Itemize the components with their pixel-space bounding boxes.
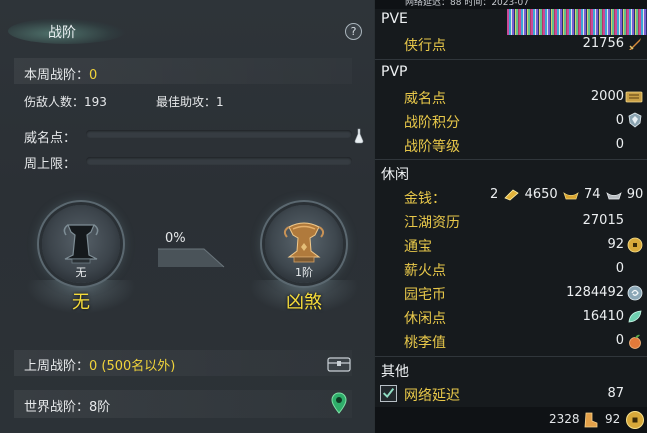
copper-value: 90 [626, 187, 644, 202]
kills-value: 193 [84, 95, 107, 109]
item-label-jianghu: 江湖资历 [404, 215, 460, 231]
item-value-rank-points: 0 [615, 113, 624, 128]
crest-icon [628, 112, 642, 128]
current-rank-level: 无 [75, 266, 87, 279]
world-rank-row: 世界战阶：8阶 [24, 396, 110, 415]
checkmark-icon [382, 388, 395, 399]
gold-ingot-icon [563, 192, 579, 200]
item-label-xinhuo: 薪火点 [404, 263, 446, 279]
weekly-rank-label: 本周战阶： [24, 68, 90, 83]
status-strip-text: 网络延迟：88 时间：2023-07 [405, 0, 529, 8]
next-rank-level: 1阶 [295, 266, 313, 279]
item-label-weimingdian: 威名点 [404, 91, 446, 107]
world-rank-label: 世界战阶： [24, 400, 90, 415]
last-week-label: 上周战阶： [24, 359, 90, 374]
weekly-cap-label: 周上限： [24, 157, 77, 172]
item-label-xiaxingdian: 侠行点 [404, 38, 446, 54]
item-label-taoli: 桃李值 [404, 335, 446, 351]
achievement-window: 战阶 ? 本周战阶：0 伤敌人数：193 最佳助攻：1 威名点： 周上限： 无 … [0, 0, 647, 433]
peach-icon [629, 334, 641, 349]
item-label-rank-level: 战阶等级 [404, 139, 460, 155]
item-value-yuanzhai: 1284492 [566, 285, 624, 300]
coin-icon [627, 237, 643, 253]
network-latency-checkbox[interactable] [380, 385, 397, 402]
item-value-xinhuo: 0 [615, 261, 624, 276]
fame-progress-bar [86, 130, 352, 138]
bottom-value-1: 2328 [549, 412, 580, 426]
item-label-tongbao: 通宝 [404, 239, 432, 255]
arrow-right-icon [158, 248, 225, 268]
map-pin-icon[interactable] [331, 392, 347, 414]
assist-label: 最佳助攻： [156, 95, 217, 109]
item-label-yuanzhai: 园宅币 [404, 287, 446, 303]
item-value-xiaxingdian: 21756 [582, 36, 624, 51]
item-value-taoli: 0 [615, 333, 624, 348]
decorative-color-strip [507, 9, 647, 35]
item-label-rank-points: 战阶积分 [404, 115, 460, 131]
sword-icon [629, 38, 641, 50]
ingot-value: 4650 [524, 187, 558, 202]
item-label-leisure-points: 休闲点 [404, 311, 446, 327]
assist-row: 最佳助攻：1 [156, 93, 224, 110]
gold-bar-icon [504, 189, 520, 201]
kills-row: 伤敌人数：193 [24, 93, 107, 110]
last-week-value: 0 (500名以外) [89, 359, 176, 374]
help-button[interactable]: ? [345, 23, 362, 40]
section-title-leisure: 休闲 [381, 167, 409, 183]
coin-icon [626, 411, 644, 429]
item-value-rank-level: 0 [615, 137, 624, 152]
current-rank-name: 无 [72, 292, 90, 313]
boot-icon [584, 412, 598, 428]
assist-value: 1 [216, 95, 224, 109]
weekly-rank-value: 0 [89, 68, 98, 83]
silver-ingot-icon [605, 192, 622, 200]
item-label-latency: 网络延迟 [404, 388, 460, 404]
bottom-currency-bar: 2328 92 [375, 407, 647, 433]
section-divider [375, 356, 647, 357]
last-week-rank-row: 上周战阶：0 (500名以外) [24, 355, 175, 374]
swirl-coin-icon [627, 285, 643, 301]
panel-header: 战阶 ? [0, 0, 374, 46]
currency-panel: 网络延迟：88 时间：2023-07 PVE 侠行点 21756 PVP 威名点… [374, 0, 647, 433]
next-rank-name: 凶煞 [286, 292, 322, 313]
panel-title: 战阶 [48, 25, 76, 41]
leaf-icon [628, 310, 642, 323]
bottom-value-2: 92 [605, 412, 621, 426]
section-title-other: 其他 [381, 364, 409, 380]
section-title-pvp: PVP [381, 64, 408, 80]
chest-icon[interactable] [327, 355, 351, 373]
silver-value: 74 [583, 187, 601, 202]
item-value-latency: 87 [607, 386, 624, 401]
world-rank-value: 8阶 [89, 400, 111, 415]
item-value-jianghu: 27015 [582, 213, 624, 228]
gold-bar-value: 2 [490, 187, 499, 202]
rank-panel: 战阶 ? 本周战阶：0 伤敌人数：193 最佳助攻：1 威名点： 周上限： 无 … [0, 0, 374, 433]
item-value-weimingdian: 2000 [590, 89, 624, 104]
item-label-money: 金钱： [404, 191, 446, 207]
banner-icon [625, 91, 643, 103]
flask-icon [354, 128, 364, 144]
item-value-leisure-points: 16410 [582, 309, 624, 324]
section-divider [375, 59, 647, 60]
weekly-cap-progress-bar [86, 157, 352, 165]
weekly-rank-row: 本周战阶：0 [24, 64, 97, 83]
kills-label: 伤敌人数： [24, 95, 85, 109]
money-values: 2 4650 74 90 [490, 187, 647, 202]
fame-label: 威名点： [24, 131, 77, 146]
section-divider [375, 159, 647, 160]
item-value-tongbao: 92 [607, 237, 624, 252]
status-strip: 网络延迟：88 时间：2023-07 [375, 0, 647, 9]
section-title-pve: PVE [381, 11, 408, 27]
